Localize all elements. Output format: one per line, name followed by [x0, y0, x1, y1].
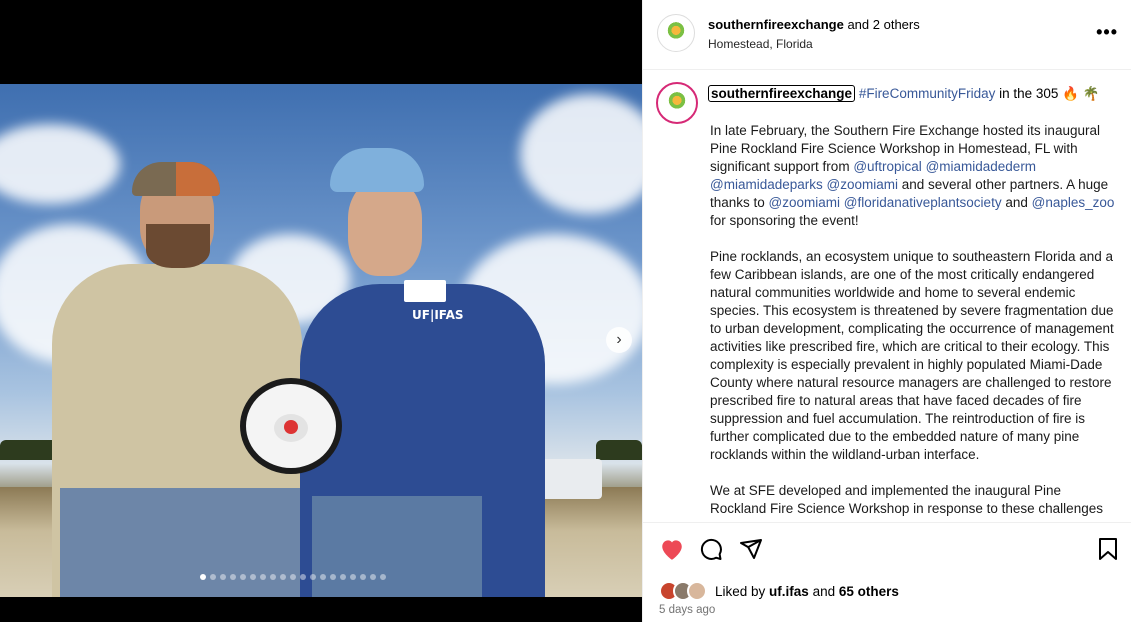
likes-count[interactable]: 65 others	[839, 584, 899, 599]
caption-first-line: southernfireexchange #FireCommunityFrida…	[708, 85, 1118, 102]
author-avatar[interactable]	[657, 14, 695, 52]
carousel-dot	[380, 574, 386, 580]
carousel-dot	[280, 574, 286, 580]
mention-link[interactable]: @naples_zoo	[1032, 195, 1115, 210]
mention-link[interactable]: @floridanativeplantsociety	[844, 195, 1002, 210]
carousel-dot	[320, 574, 326, 580]
caption-paragraph: We at SFE developed and implemented the …	[710, 483, 1103, 516]
photo-treeline	[596, 440, 642, 460]
carousel-dot	[300, 574, 306, 580]
share-icon[interactable]	[739, 537, 763, 568]
caption-tail: in the 305 🔥 🌴	[995, 86, 1100, 101]
caption-body: In late February, the Southern Fire Exch…	[710, 122, 1118, 522]
name-tag	[404, 280, 446, 302]
carousel-dot	[210, 574, 216, 580]
carousel-dot	[240, 574, 246, 580]
liker-avatar	[687, 581, 707, 601]
mention-link[interactable]: @miamidadederm	[926, 159, 1037, 174]
post-media: UF|IFAS ›	[0, 0, 642, 622]
mention-link[interactable]: @zoomiami	[769, 195, 840, 210]
instagram-post-modal: UF|IFAS › southernfireexchange and 2 oth…	[0, 0, 1131, 622]
caption-paragraph: In late February, the Southern Fire Exch…	[710, 122, 1118, 230]
carousel-dot	[230, 574, 236, 580]
carousel-dot	[290, 574, 296, 580]
post-timestamp[interactable]: 5 days ago	[659, 604, 715, 616]
likes-summary[interactable]: Liked by uf.ifas and 65 others	[659, 581, 899, 601]
liker-username[interactable]: uf.ifas	[769, 584, 809, 599]
like-heart-icon[interactable]	[659, 537, 685, 568]
author-names: southernfireexchange and 2 others	[708, 17, 920, 32]
hashtag-link[interactable]: #FireCommunityFriday	[859, 86, 996, 101]
person-left-jeans	[60, 488, 300, 597]
carousel-dot	[330, 574, 336, 580]
person-right-jeans	[312, 496, 482, 597]
chevron-right-icon: ›	[616, 331, 622, 348]
post-caption: southernfireexchange #FireCommunityFrida…	[643, 70, 1131, 522]
ufifas-logo: UF|IFAS	[412, 308, 464, 322]
caption-text: and	[1001, 195, 1032, 210]
carousel-dots	[200, 574, 386, 580]
megaphone-tip	[284, 420, 298, 434]
person-left-beard	[146, 224, 210, 268]
carousel-dot	[370, 574, 376, 580]
post-sidebar: southernfireexchange and 2 others Homest…	[642, 0, 1131, 622]
sfe-logo-icon	[663, 89, 691, 117]
carousel-dot	[340, 574, 346, 580]
likes-mid: and	[808, 583, 839, 599]
author-username[interactable]: southernfireexchange	[708, 17, 844, 32]
carousel-dot	[200, 574, 206, 580]
comment-icon[interactable]	[699, 537, 723, 568]
post-actions: Liked by uf.ifas and 65 others 5 days ag…	[643, 522, 1131, 622]
likes-text: Liked by uf.ifas and 65 others	[715, 584, 899, 599]
more-options-icon[interactable]: •••	[1096, 22, 1118, 43]
mention-link[interactable]: @zoomiami	[827, 177, 898, 192]
carousel-dot	[350, 574, 356, 580]
mention-link[interactable]: @miamidadeparks	[710, 177, 823, 192]
caption-username[interactable]: southernfireexchange	[708, 85, 856, 102]
next-slide-button[interactable]: ›	[606, 327, 632, 353]
carousel-dot	[250, 574, 256, 580]
carousel-dot	[270, 574, 276, 580]
carousel-dot	[260, 574, 266, 580]
carousel-dot	[220, 574, 226, 580]
sfe-logo-icon	[663, 20, 689, 46]
caption-paragraph: Pine rocklands, an ecosystem unique to s…	[710, 249, 1114, 462]
carousel-dot	[310, 574, 316, 580]
caption-avatar[interactable]	[656, 82, 698, 124]
post-photo: UF|IFAS	[0, 84, 642, 597]
mention-link[interactable]: @uftropical	[853, 159, 921, 174]
person-right-head	[348, 180, 422, 276]
post-header: southernfireexchange and 2 others Homest…	[643, 0, 1131, 70]
caption-text: for sponsoring the event!	[710, 213, 859, 228]
likes-prefix: Liked by	[715, 583, 770, 599]
megaphone	[240, 378, 342, 474]
post-location[interactable]: Homestead, Florida	[708, 37, 813, 51]
carousel-dot	[360, 574, 366, 580]
collaborators-link[interactable]: and 2 others	[847, 17, 919, 32]
bookmark-icon[interactable]	[1098, 537, 1118, 568]
